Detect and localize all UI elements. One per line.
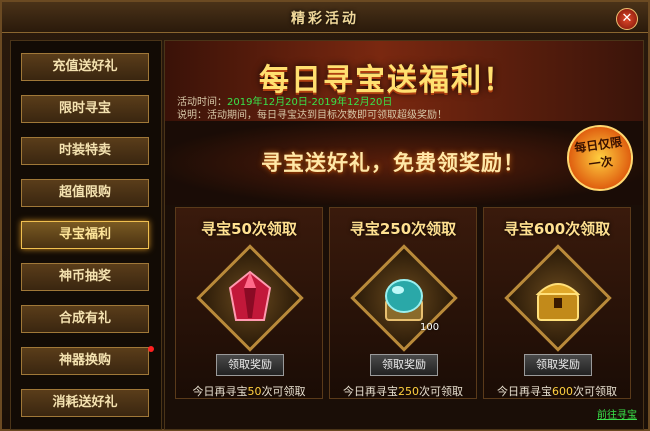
reward-card: 寻宝250次领取 100 领取奖励 今日再寻宝250次可领取 (329, 207, 477, 399)
remaining-count: 今日再寻宝250次可领取 (330, 383, 476, 399)
window-title: 精彩活动 (291, 11, 359, 27)
activity-description: 说明：活动期间，每日寻宝达到目标次数即可领取超级奖励！ (177, 106, 447, 121)
daily-limit-badge: 每日仅限 一次 (562, 120, 638, 196)
desc-label: 说明： (177, 110, 207, 121)
banner: 每日寻宝送福利！ 活动时间：2019年12月20日-2019年12月20日 说明… (165, 41, 643, 121)
remain-number: 600 (552, 385, 573, 398)
claim-reward-button[interactable]: 领取奖励 (216, 354, 284, 376)
remain-prefix: 今日再寻宝 (497, 385, 552, 398)
reward-card: 寻宝600次领取 领取奖励 今日再寻宝600次可领取 (483, 207, 631, 399)
sidebar-item-limited-treasure[interactable]: 限时寻宝 (21, 95, 149, 123)
ruby-gem-icon[interactable] (226, 270, 274, 326)
sidebar-item-artifact-exchange[interactable]: 神器换购 (21, 346, 154, 375)
notification-dot (148, 346, 154, 352)
remain-suffix: 次可领取 (261, 385, 306, 398)
card-title: 寻宝50次领取 (201, 220, 297, 238)
remaining-count: 今日再寻宝600次可领取 (484, 383, 630, 399)
remain-suffix: 次可领取 (573, 385, 617, 398)
sidebar-item-coin-lottery[interactable]: 神币抽奖 (21, 263, 149, 291)
activity-window: 精彩活动 ✕ 充值送好礼 限时寻宝 时装特卖 超值限购 寻宝福利 神币抽奖 合成… (0, 0, 650, 431)
title-bar: 精彩活动 ✕ (2, 2, 648, 33)
remain-suffix: 次可领取 (419, 385, 463, 398)
card-title: 寻宝600次领取 (503, 220, 611, 238)
remain-number: 250 (398, 385, 419, 398)
golden-chest-icon[interactable] (534, 270, 582, 326)
claim-reward-button[interactable]: 领取奖励 (524, 354, 592, 376)
sidebar-item-value-limit[interactable]: 超值限购 (21, 179, 149, 207)
remain-number: 50 (247, 385, 262, 398)
close-button[interactable]: ✕ (616, 8, 638, 30)
sidebar: 充值送好礼 限时寻宝 时装特卖 超值限购 寻宝福利 神币抽奖 合成有礼 神器换购… (10, 40, 162, 430)
promo-area: 寻宝送好礼，免费领奖励！ 每日仅限 一次 (165, 120, 643, 205)
sidebar-item-fashion-sale[interactable]: 时装特卖 (21, 137, 149, 165)
sidebar-item-consume-gift[interactable]: 消耗送好礼 (21, 389, 149, 417)
desc-value: 活动期间，每日寻宝达到目标次数即可领取超级奖励！ (207, 110, 447, 121)
item-count: 100 (420, 322, 440, 333)
main-panel: 每日寻宝送福利！ 活动时间：2019年12月20日-2019年12月20日 说明… (164, 40, 644, 430)
reward-card: 寻宝50次领取 领取奖励 今日再寻宝50次可领取 (175, 207, 323, 399)
sidebar-item-label: 神器换购 (58, 353, 111, 368)
sidebar-item-treasure-welfare[interactable]: 寻宝福利 (21, 221, 149, 249)
remain-prefix: 今日再寻宝 (192, 385, 248, 398)
promo-slogan: 寻宝送好礼，免费领奖励！ (261, 151, 525, 175)
claim-reward-button[interactable]: 领取奖励 (370, 354, 438, 376)
sidebar-item-recharge-gift[interactable]: 充值送好礼 (21, 53, 149, 81)
sidebar-item-synthesis-gift[interactable]: 合成有礼 (21, 305, 149, 333)
go-treasure-link[interactable]: 前往寻宝 (597, 406, 637, 421)
remain-prefix: 今日再寻宝 (343, 385, 398, 398)
teal-orb-chest-icon[interactable] (380, 270, 428, 326)
card-title: 寻宝250次领取 (349, 220, 457, 238)
remaining-count: 今日再寻宝50次可领取 (176, 383, 322, 399)
reward-cards: 寻宝50次领取 领取奖励 今日再寻宝50次可领取 寻宝250次领取 100 领取… (171, 207, 637, 425)
